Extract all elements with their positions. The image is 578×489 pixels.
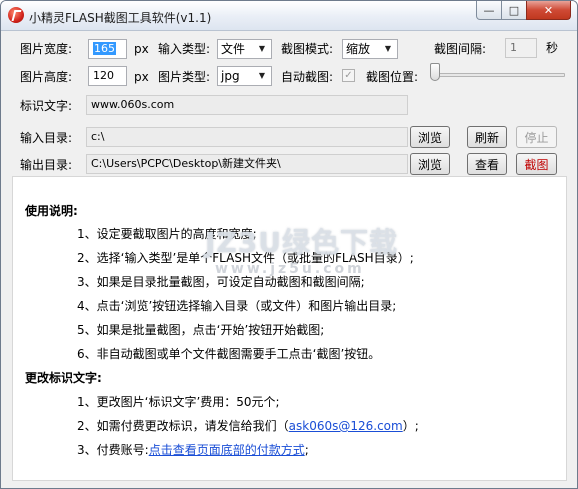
height-value: 120: [93, 69, 114, 82]
capture-position-label: 截图位置:: [366, 70, 419, 84]
watermark-overlay-main: JZ3U绿色下载: [205, 226, 398, 259]
height-input[interactable]: 120: [88, 66, 127, 86]
usage-item-5: 5、如果是批量截图，点击‘开始’按钮开始截图;: [77, 323, 325, 337]
view-button[interactable]: 查看: [467, 153, 507, 175]
watermark-value: www.060s.com: [91, 98, 175, 111]
capture-position-slider[interactable]: [430, 63, 440, 81]
interval-unit-label: 秒: [546, 41, 559, 55]
auto-capture-checkbox[interactable]: ✓: [342, 69, 355, 82]
change-item-2-prefix: 2、如需付费更改标识，请发信给我们（: [77, 419, 289, 433]
change-title: 更改标识文字:: [25, 371, 102, 385]
minimize-button[interactable]: —: [476, 1, 502, 20]
change-item-3-prefix: 3、付费账号:: [77, 443, 149, 457]
input-type-value: 文件: [221, 42, 246, 56]
refresh-button[interactable]: 刷新: [467, 126, 507, 148]
input-dir-input[interactable]: c:\: [86, 127, 408, 147]
window-title: 小精灵FLASH截图工具软件(v1.1): [29, 11, 212, 25]
output-dir-input[interactable]: C:\Users\PCPC\Desktop\新建文件夹\: [86, 154, 408, 174]
email-link[interactable]: ask060s@126.com: [289, 419, 403, 433]
interval-value: 1: [510, 41, 517, 54]
image-type-select[interactable]: jpg ▼: [217, 66, 272, 86]
width-unit-label: px: [134, 42, 149, 56]
auto-capture-label: 自动截图:: [281, 70, 334, 84]
usage-item-6: 6、非自动截图或单个文件截图需要手工点击‘截图’按钮。: [77, 347, 381, 361]
output-dir-value: C:\Users\PCPC\Desktop\新建文件夹\: [91, 157, 281, 170]
change-item-1: 1、更改图片‘标识文字’费用：50元个;: [77, 395, 280, 409]
capture-mode-label: 截图模式:: [281, 42, 334, 56]
usage-title: 使用说明:: [25, 204, 78, 218]
change-item-2-suffix: ）;: [402, 419, 419, 433]
chevron-down-icon: ▼: [258, 44, 266, 53]
capture-mode-value: 缩放: [346, 42, 371, 56]
title-bar[interactable]: 小精灵FLASH截图工具软件(v1.1) — □ ✕: [1, 1, 577, 31]
interval-label: 截图间隔:: [434, 42, 487, 56]
width-label: 图片宽度:: [20, 42, 73, 56]
height-unit-label: px: [134, 70, 149, 84]
input-type-label: 输入类型:: [158, 42, 211, 56]
watermark-label: 标识文字:: [20, 99, 73, 113]
change-item-3: 3、付费账号:点击查看页面底部的付款方式;: [77, 441, 309, 458]
stop-button[interactable]: 停止: [516, 126, 557, 148]
chevron-down-icon: ▼: [384, 44, 392, 53]
capture-mode-select[interactable]: 缩放 ▼: [342, 39, 398, 59]
browse-input-button[interactable]: 浏览: [410, 126, 450, 148]
height-label: 图片高度:: [20, 70, 73, 84]
output-dir-label: 输出目录:: [20, 158, 73, 172]
capture-button[interactable]: 截图: [516, 153, 557, 175]
usage-item-4: 4、点击‘浏览’按钮选择输入目录（或文件）和图片输出目录;: [77, 299, 397, 313]
watermark-input[interactable]: www.060s.com: [86, 95, 408, 115]
width-input[interactable]: 165: [88, 39, 127, 59]
image-type-value: jpg: [221, 69, 240, 83]
change-item-3-suffix: ;: [304, 443, 309, 457]
watermark-overlay-sub: www.jz5u.com: [215, 261, 365, 277]
capture-position-track: [433, 73, 565, 77]
app-logo-icon: [8, 7, 24, 23]
change-item-2: 2、如需付费更改标识，请发信给我们（ask060s@126.com）;: [77, 417, 419, 434]
maximize-button[interactable]: □: [501, 1, 527, 20]
width-value: 165: [93, 42, 116, 55]
image-type-label: 图片类型:: [158, 70, 211, 84]
close-button[interactable]: ✕: [526, 1, 571, 20]
main-panel: 图片宽度: 165 px 输入类型: 文件 ▼ 截图模式: 缩放 ▼ 截图间隔:…: [10, 31, 569, 483]
checkmark-icon: ✓: [344, 70, 353, 81]
browse-output-button[interactable]: 浏览: [410, 153, 450, 175]
chevron-down-icon: ▼: [258, 71, 266, 80]
watermark-overlay: JZ3U绿色下载 www.jz5u.com: [205, 221, 415, 291]
input-type-select[interactable]: 文件 ▼: [217, 39, 272, 59]
input-dir-value: c:\: [91, 130, 105, 143]
payment-link[interactable]: 点击查看页面底部的付款方式: [149, 443, 305, 457]
input-dir-label: 输入目录:: [20, 131, 73, 145]
app-window: 小精灵FLASH截图工具软件(v1.1) — □ ✕ 图片宽度: 165 px …: [0, 0, 578, 489]
interval-input[interactable]: 1: [505, 38, 537, 58]
